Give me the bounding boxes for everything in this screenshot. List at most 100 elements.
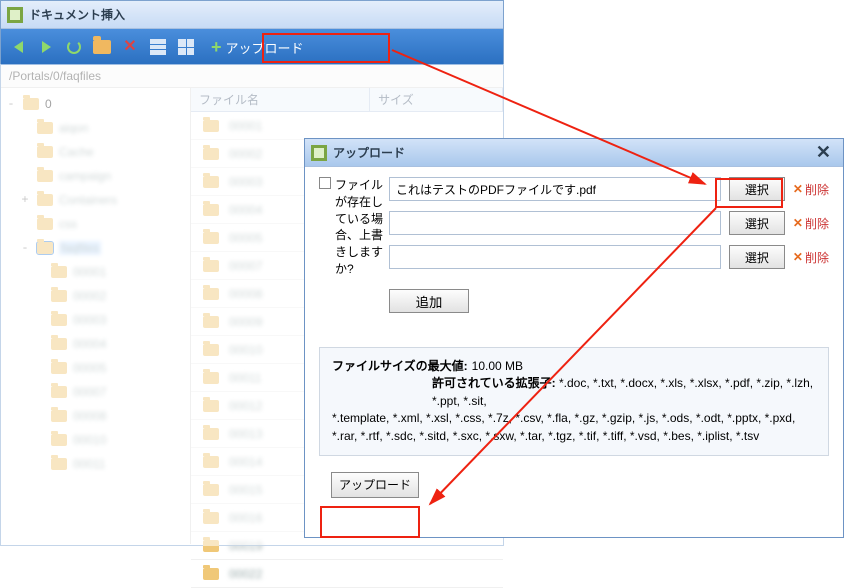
file-row-label: 00003: [229, 175, 262, 189]
folder-icon: [203, 372, 219, 384]
back-button[interactable]: [9, 38, 27, 56]
folder-icon: [51, 266, 67, 278]
browse-button[interactable]: 選択: [729, 177, 785, 201]
folder-open-icon: [93, 40, 111, 54]
tree-item-label: 00003: [73, 313, 106, 327]
folder-icon: [203, 344, 219, 356]
folder-icon: [51, 362, 67, 374]
tree-item[interactable]: 00004: [1, 332, 190, 356]
folder-icon: [37, 170, 53, 182]
tree-item-label: 00004: [73, 337, 106, 351]
folder-icon: [51, 290, 67, 302]
remove-row-link[interactable]: ✕削除: [793, 215, 829, 232]
file-row-label: 00004: [229, 203, 262, 217]
delete-button[interactable]: ✕: [121, 38, 139, 56]
folder-icon: [51, 458, 67, 470]
forward-button[interactable]: [37, 38, 55, 56]
tree-item[interactable]: 00011: [1, 452, 190, 476]
tree-item[interactable]: 00005: [1, 356, 190, 380]
folder-icon: [37, 122, 53, 134]
toolbar: ✕ + アップロード: [1, 29, 503, 65]
tree-item[interactable]: aiqon: [1, 116, 190, 140]
file-path-input[interactable]: [389, 245, 721, 269]
file-path-input[interactable]: [389, 211, 721, 235]
overwrite-checkbox[interactable]: [319, 177, 331, 189]
open-folder-button[interactable]: [93, 38, 111, 56]
folder-icon: [203, 120, 219, 132]
remove-label: 削除: [805, 249, 829, 266]
grid-view-button[interactable]: [177, 38, 195, 56]
tree-item-label: campaign: [59, 169, 111, 183]
plus-icon: +: [211, 38, 222, 56]
tree-item-label: faqfiles: [59, 241, 101, 255]
folder-tree: - 0 aiqonCache campaign + Containers css - faq…: [1, 88, 191, 544]
file-input-row: 選択 ✕削除: [389, 177, 829, 201]
expand-toggle[interactable]: -: [5, 97, 17, 111]
folder-icon: [203, 428, 219, 440]
folder-icon: [51, 314, 67, 326]
remove-row-link[interactable]: ✕削除: [793, 249, 829, 266]
expand-toggle[interactable]: -: [19, 241, 31, 255]
overwrite-label: ファイルが存在している場合、上書きしますか?: [335, 177, 383, 278]
close-button[interactable]: ✕: [810, 142, 837, 163]
file-row-label: 00015: [229, 483, 262, 497]
browse-button[interactable]: 選択: [729, 211, 785, 235]
tree-item[interactable]: + Containers: [1, 188, 190, 212]
file-row-label: 00016: [229, 511, 262, 525]
info-box: ファイルサイズの最大値: 10.00 MB 許可されている拡張子: *.doc,…: [319, 347, 829, 456]
folder-icon: [23, 98, 39, 110]
overwrite-checkbox-wrap[interactable]: ファイルが存在している場合、上書きしますか?: [319, 177, 383, 278]
file-row-label: 00001: [229, 119, 262, 133]
file-row-label: 00010: [229, 343, 262, 357]
tree-root[interactable]: - 0: [1, 92, 190, 116]
tree-item[interactable]: 00003: [1, 308, 190, 332]
allowed-label: 許可されている拡張子:: [432, 376, 556, 390]
add-row-button[interactable]: 追加: [389, 289, 469, 313]
tree-item[interactable]: css: [1, 212, 190, 236]
toolbar-upload-label: アップロード: [226, 38, 304, 57]
folder-icon: [51, 434, 67, 446]
file-row[interactable]: 00022: [191, 560, 503, 588]
expand-toggle[interactable]: +: [19, 193, 31, 207]
tree-item-label: Containers: [59, 193, 117, 207]
browse-button[interactable]: 選択: [729, 245, 785, 269]
folder-icon: [203, 260, 219, 272]
tree-item[interactable]: 00002: [1, 284, 190, 308]
refresh-button[interactable]: [65, 38, 83, 56]
upload-submit-button[interactable]: アップロード: [331, 472, 419, 498]
file-row-label: 00011: [229, 371, 261, 385]
folder-icon: [37, 146, 53, 158]
folder-icon: [51, 410, 67, 422]
arrow-left-icon: [14, 41, 23, 53]
maxsize-label: ファイルサイズの最大値:: [332, 359, 468, 373]
app-icon: [311, 145, 327, 161]
col-size[interactable]: サイズ: [370, 88, 503, 111]
tree-item[interactable]: 00010: [1, 428, 190, 452]
tree-item[interactable]: 00007: [1, 380, 190, 404]
folder-icon: [37, 242, 53, 254]
list-icon: [150, 39, 166, 55]
file-row-label: 00013: [229, 427, 262, 441]
arrow-right-icon: [42, 41, 51, 53]
file-row-label: 00014: [229, 455, 262, 469]
path-bar: /Portals/0/faqfiles: [1, 65, 503, 88]
tree-item-label: 00007: [73, 385, 106, 399]
folder-icon: [203, 400, 219, 412]
refresh-icon: [67, 40, 81, 54]
toolbar-upload-button[interactable]: + アップロード: [205, 36, 310, 59]
list-view-button[interactable]: [149, 38, 167, 56]
dialog-titlebar: アップロード ✕: [305, 139, 843, 167]
tree-item-label: 00008: [73, 409, 106, 423]
folder-icon: [203, 204, 219, 216]
tree-item[interactable]: Cache: [1, 140, 190, 164]
tree-item[interactable]: campaign: [1, 164, 190, 188]
tree-item[interactable]: 00008: [1, 404, 190, 428]
col-name[interactable]: ファイル名: [191, 88, 370, 111]
folder-icon: [51, 338, 67, 350]
file-row[interactable]: 00001: [191, 112, 503, 140]
tree-item[interactable]: - faqfiles: [1, 236, 190, 260]
tree-item[interactable]: 00001: [1, 260, 190, 284]
remove-row-link[interactable]: ✕削除: [793, 181, 829, 198]
file-path-input[interactable]: [389, 177, 721, 201]
remove-x-icon: ✕: [793, 182, 803, 196]
